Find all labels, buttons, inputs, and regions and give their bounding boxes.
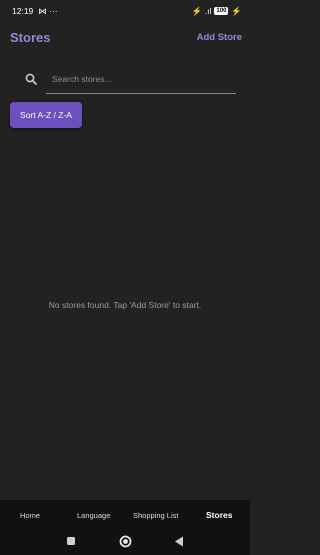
search-bar xyxy=(24,64,236,94)
back-icon[interactable] xyxy=(172,534,186,548)
status-notification-icons: ⋈ ··· xyxy=(38,5,58,16)
status-signal-icons: ⚡ .ıl xyxy=(191,5,212,16)
app-header: Stores Add Store xyxy=(0,26,250,48)
nav-item-stores[interactable]: Stores xyxy=(206,510,232,520)
charging-icon: ⚡ xyxy=(231,5,242,16)
home-icon[interactable] xyxy=(118,534,132,548)
status-left: 12:19 ⋈ ··· xyxy=(12,6,58,17)
empty-state-message: No stores found. Tap 'Add Store' to star… xyxy=(48,300,202,310)
search-input[interactable] xyxy=(46,64,236,94)
add-store-button[interactable]: Add Store xyxy=(197,32,242,43)
page-title: Stores xyxy=(10,29,51,45)
status-time: 12:19 xyxy=(12,6,34,16)
search-icon xyxy=(24,72,38,86)
recents-icon[interactable] xyxy=(64,534,78,548)
nav-item-home[interactable]: Home xyxy=(20,511,40,520)
battery-icon: 100 xyxy=(214,7,229,15)
bottom-nav: Home Language Shopping List Stores xyxy=(0,500,250,528)
system-nav-bar xyxy=(0,528,250,555)
nav-item-shopping-list[interactable]: Shopping List xyxy=(133,511,178,520)
status-right: ⚡ .ıl 100 ⚡ xyxy=(192,6,242,17)
nav-item-language[interactable]: Language xyxy=(77,511,110,520)
sort-button[interactable]: Sort A-Z / Z-A xyxy=(10,102,82,128)
status-bar: 12:19 ⋈ ··· ⚡ .ıl 100 ⚡ xyxy=(0,0,250,22)
